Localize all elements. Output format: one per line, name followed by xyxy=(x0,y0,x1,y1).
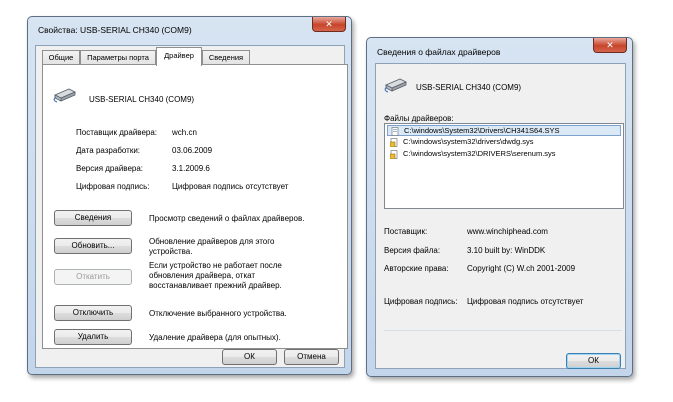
driver-version-value: 3.1.2009.6 xyxy=(172,164,210,173)
file-signature-label: Цифровая подпись: xyxy=(384,297,458,306)
driver-details-button[interactable]: Сведения xyxy=(54,210,132,226)
driver-file-path: C:\windows\System32\Drivers\CH341S64.SYS xyxy=(404,126,560,135)
details-window-title: Сведения о файлах драйверов xyxy=(377,47,501,57)
driver-file-details-window: Сведения о файлах драйверов ✕ USB-SERIAL… xyxy=(366,37,633,377)
details-client-area: USB-SERIAL CH340 (COM9) Файлы драйверов:… xyxy=(375,63,626,369)
driver-files-listbox[interactable]: C:\windows\System32\Drivers\CH341S64.SYS… xyxy=(384,123,624,209)
digital-signature-value: Цифровая подпись отсутствует xyxy=(172,182,289,191)
driver-details-description: Просмотр сведений о файлах драйверов. xyxy=(149,214,305,223)
details-ok-button[interactable]: ОК xyxy=(566,353,621,369)
list-item[interactable]: C:\windows\system32\DRIVERS\serenum.sys xyxy=(387,149,621,160)
properties-ok-button[interactable]: ОК xyxy=(222,349,277,365)
details-separator xyxy=(384,330,622,331)
tab-driver-label: Драйвер xyxy=(164,51,194,60)
tab-port-settings-label: Параметры порта xyxy=(87,53,149,62)
tab-driver[interactable]: Драйвер xyxy=(156,47,202,66)
file-version-label: Версия файла: xyxy=(384,246,441,255)
list-item[interactable]: C:\windows\system32\drivers\dwdg.sys xyxy=(387,137,621,148)
tab-general[interactable]: Общие xyxy=(42,50,80,65)
device-properties-window: Свойства: USB-SERIAL CH340 (COM9) ✕ Общи… xyxy=(27,16,352,375)
driver-version-label: Версия драйвера: xyxy=(76,164,144,173)
device-name: USB-SERIAL CH340 (COM9) xyxy=(89,95,195,104)
driver-file-path: C:\windows\system32\drivers\dwdg.sys xyxy=(403,137,534,146)
tab-details-label: Сведения xyxy=(208,53,244,62)
list-item[interactable]: C:\windows\System32\Drivers\CH341S64.SYS xyxy=(387,125,621,136)
details-device-name: USB-SERIAL CH340 (COM9) xyxy=(416,83,522,92)
tab-general-label: Общие xyxy=(48,53,74,62)
properties-cancel-button[interactable]: Отмена xyxy=(284,349,339,365)
uninstall-driver-button[interactable]: Удалить xyxy=(54,329,132,345)
close-icon: ✕ xyxy=(606,40,614,50)
update-driver-button[interactable]: Обновить... xyxy=(54,238,132,254)
file-provider-label: Поставщик: xyxy=(384,227,428,236)
close-icon: ✕ xyxy=(325,19,333,29)
file-version-value: 3.10 built by: WinDDK xyxy=(467,246,546,255)
driver-provider-label: Поставщик драйвера: xyxy=(76,128,158,137)
properties-window-title: Свойства: USB-SERIAL CH340 (COM9) xyxy=(38,25,192,35)
properties-close-button[interactable]: ✕ xyxy=(312,17,346,32)
details-close-button[interactable]: ✕ xyxy=(593,38,627,53)
rollback-driver-description: Если устройство не работает после обновл… xyxy=(149,261,282,290)
driver-date-label: Дата разработки: xyxy=(76,146,141,155)
file-signature-value: Цифровая подпись отсутствует xyxy=(467,297,584,306)
disable-device-button[interactable]: Отключить xyxy=(54,305,132,321)
tab-port-settings[interactable]: Параметры порта xyxy=(80,50,156,65)
unsigned-driver-file-icon xyxy=(390,150,398,159)
usb-serial-device-icon xyxy=(384,78,407,93)
driver-files-label: Файлы драйверов: xyxy=(384,114,454,123)
driver-tab-pane: USB-SERIAL CH340 (COM9) Поставщик драйве… xyxy=(42,64,348,349)
details-titlebar[interactable]: Сведения о файлах драйверов ✕ xyxy=(367,38,632,62)
uninstall-driver-description: Удаление драйвера (для опытных). xyxy=(149,333,281,342)
driver-date-value: 03.06.2009 xyxy=(172,146,213,155)
properties-client-area: Общие Параметры порта Драйвер Сведения U… xyxy=(35,45,348,368)
properties-titlebar[interactable]: Свойства: USB-SERIAL CH340 (COM9) ✕ xyxy=(28,17,351,41)
update-driver-description: Обновление драйверов для этого устройств… xyxy=(149,237,275,256)
copyright-label: Авторские права: xyxy=(384,264,449,273)
unsigned-driver-file-icon xyxy=(390,138,398,147)
driver-file-path: C:\windows\system32\DRIVERS\serenum.sys xyxy=(403,149,556,158)
disable-device-description: Отключение выбранного устройства. xyxy=(149,309,287,318)
driver-provider-value: wch.cn xyxy=(172,128,197,137)
copyright-value: Copyright (C) W.ch 2001-2009 xyxy=(467,264,576,273)
tab-details[interactable]: Сведения xyxy=(202,50,250,65)
rollback-driver-button[interactable]: Откатить xyxy=(54,269,132,285)
usb-serial-device-icon xyxy=(53,88,76,103)
digital-signature-label: Цифровая подпись: xyxy=(76,182,150,191)
driver-file-icon xyxy=(391,127,399,136)
file-provider-value: www.winchiphead.com xyxy=(467,227,548,236)
